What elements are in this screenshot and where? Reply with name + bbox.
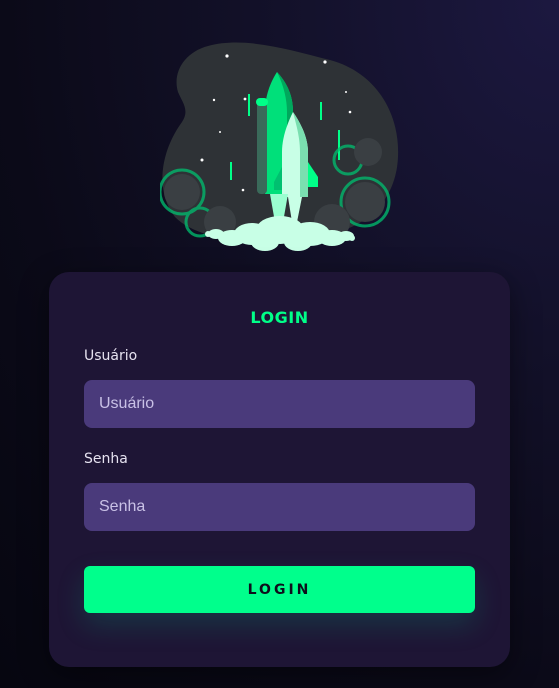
password-input[interactable] [84,483,475,531]
username-input[interactable] [84,380,475,428]
rocket-icon [160,42,399,251]
login-card: LOGIN Usuário Senha LOGIN [49,272,510,667]
login-title: LOGIN [250,308,309,327]
password-label: Senha [84,451,128,467]
username-label: Usuário [84,348,138,364]
login-button[interactable]: LOGIN [84,566,475,613]
rocket-launch-illustration [160,42,402,254]
